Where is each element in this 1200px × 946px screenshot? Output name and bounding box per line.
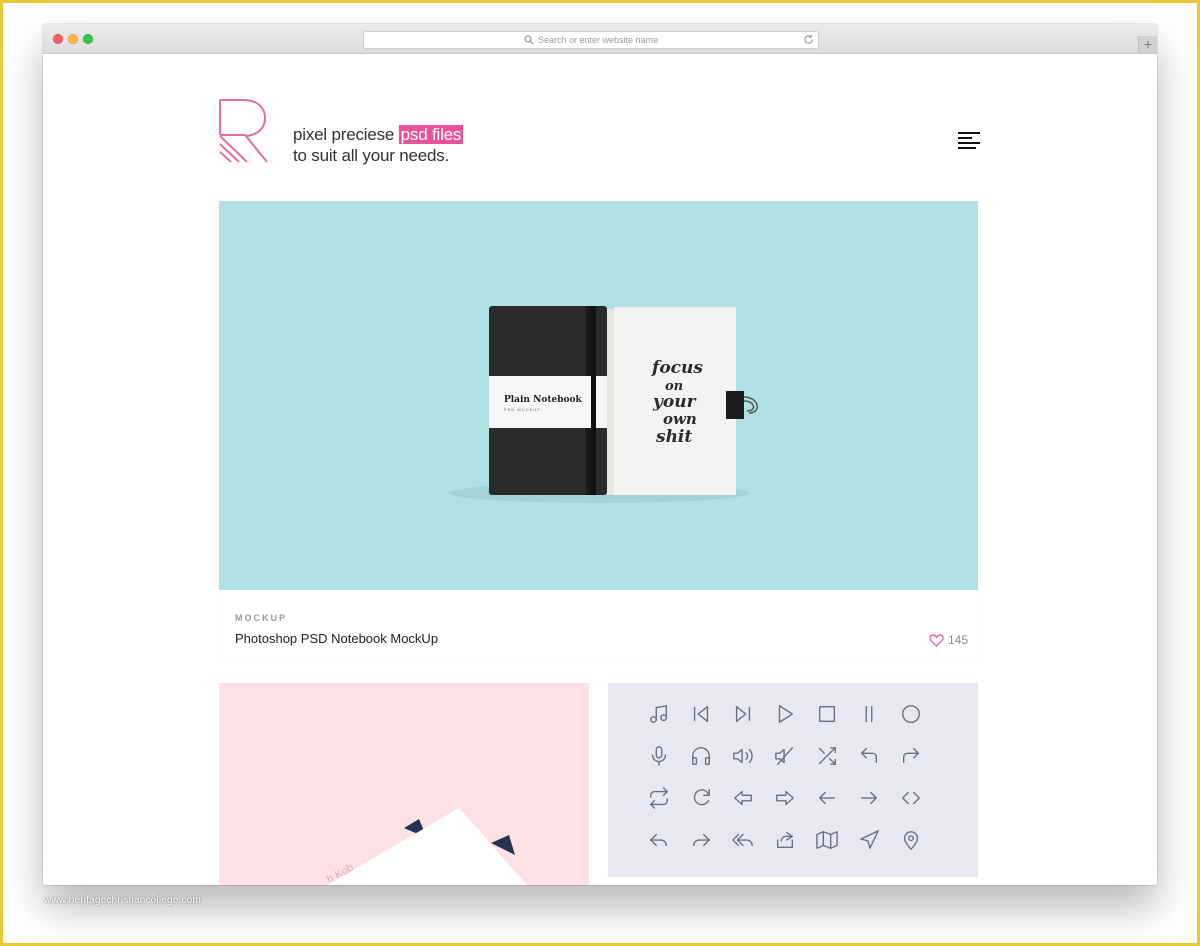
arrow-left-outline-icon[interactable] <box>732 787 754 809</box>
post-card-meta[interactable]: MOCKUP Photoshop PSD Notebook MockUp 145 <box>219 590 978 660</box>
volume-icon[interactable] <box>732 745 754 767</box>
map-icon[interactable] <box>816 829 838 851</box>
close-window-button[interactable] <box>53 34 63 44</box>
notebook-cover-title: Plain Notebook <box>504 395 583 405</box>
arrow-right-outline-icon[interactable] <box>774 787 796 809</box>
arrow-left-icon[interactable] <box>816 787 838 809</box>
like-button[interactable]: 145 <box>929 633 968 647</box>
navigation-icon[interactable] <box>858 829 880 851</box>
heart-icon <box>929 633 944 647</box>
page-content: pixel preciese psd files to suit all you… <box>43 54 1157 885</box>
post-category[interactable]: MOCKUP <box>235 613 287 623</box>
microphone-icon[interactable] <box>648 745 670 767</box>
like-count: 145 <box>947 633 968 647</box>
pause-icon[interactable] <box>858 703 880 725</box>
code-icon[interactable] <box>900 787 922 809</box>
skip-back-icon[interactable] <box>690 703 712 725</box>
lettering-5: shit <box>655 427 692 447</box>
share-icon[interactable] <box>774 829 796 851</box>
reload-icon[interactable] <box>803 34 814 45</box>
tagline-highlight: psd files <box>398 125 464 144</box>
minimize-window-button[interactable] <box>68 34 78 44</box>
watermark-text: www.heritagechristiancollege.com <box>44 895 202 906</box>
site-tagline: pixel preciese psd files to suit all you… <box>293 124 464 166</box>
redo-icon[interactable] <box>900 745 922 767</box>
hero-image[interactable]: Plain Notebook PSD MOCKUP focus on your … <box>219 201 978 590</box>
browser-titlebar: Search or enter website name + <box>43 24 1157 54</box>
post-title[interactable]: Photoshop PSD Notebook MockUp <box>235 631 438 646</box>
notebook-cover-sub: PSD MOCKUP <box>504 407 541 412</box>
reply-icon[interactable] <box>648 829 670 851</box>
address-placeholder: Search or enter website name <box>537 35 659 45</box>
refresh-icon[interactable] <box>690 787 712 809</box>
tagline-line2: to suit all your needs. <box>293 146 450 165</box>
forward-icon[interactable] <box>690 829 712 851</box>
new-tab-button[interactable]: + <box>1138 36 1157 53</box>
site-logo[interactable] <box>219 99 269 163</box>
search-icon <box>524 35 534 45</box>
lettering-1: focus <box>651 358 703 378</box>
play-icon[interactable] <box>774 703 796 725</box>
hamburger-menu-icon[interactable] <box>958 132 980 150</box>
headphones-icon[interactable] <box>690 745 712 767</box>
reply-all-icon[interactable] <box>732 829 754 851</box>
maximize-window-button[interactable] <box>83 34 93 44</box>
record-icon[interactable] <box>900 703 922 725</box>
lettering-3: your <box>652 392 697 412</box>
location-pin-icon[interactable] <box>900 829 922 851</box>
repeat-icon[interactable] <box>648 787 670 809</box>
skip-forward-icon[interactable] <box>732 703 754 725</box>
music-note-icon[interactable] <box>648 703 670 725</box>
stop-icon[interactable] <box>816 703 838 725</box>
tagline-text: pixel preciese <box>293 125 399 144</box>
notebook-mockup-illustration: Plain Notebook PSD MOCKUP focus on your … <box>449 306 758 503</box>
undo-icon[interactable] <box>858 745 880 767</box>
address-bar[interactable]: Search or enter website name <box>363 31 819 49</box>
shuffle-icon[interactable] <box>816 745 838 767</box>
arrow-right-icon[interactable] <box>858 787 880 809</box>
business-card-illustration: h Kob <box>325 808 527 885</box>
lettering-4: own <box>663 410 697 428</box>
mute-icon[interactable] <box>774 745 796 767</box>
browser-window: Search or enter website name + pixel pre… <box>43 24 1157 885</box>
business-card-mockup-card[interactable]: h Kob <box>219 683 589 885</box>
icon-set-card[interactable] <box>608 683 978 877</box>
